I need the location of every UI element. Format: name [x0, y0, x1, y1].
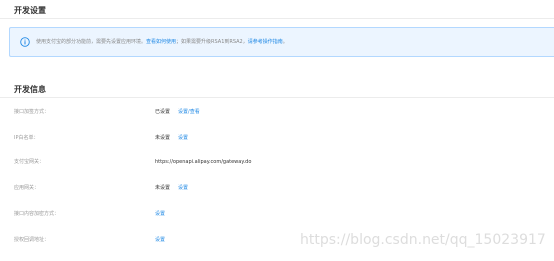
how-to-use-link[interactable]: 查看如何使用 — [146, 39, 176, 45]
status-text: 未设置 — [155, 135, 171, 141]
sign-method-set-view-link[interactable]: 设置/查看 — [178, 109, 200, 115]
row-label-app-gateway: 应用网关： — [14, 185, 40, 191]
notice-text-end: 。 — [282, 39, 288, 45]
notice-text: 使用支付宝的部分功能前，需要先设置应用环境。查看如何使用；如果需要升级RSA1到… — [36, 38, 288, 47]
info-circle-icon — [20, 37, 30, 47]
notice-text-middle: ；如果需要升级RSA1到RSA2， — [176, 39, 248, 45]
status-text: 未设置 — [155, 185, 171, 191]
content-encryption-set-link[interactable]: 设置 — [155, 211, 165, 217]
notice-text-start: 使用支付宝的部分功能前，需要先设置应用环境。 — [36, 39, 147, 45]
divider — [0, 18, 554, 19]
auth-callback-set-link[interactable]: 设置 — [155, 237, 165, 243]
dev-info-title: 开发信息 — [14, 85, 46, 94]
row-value-sign-method: 已设置 设置/查看 — [155, 108, 200, 116]
status-text: 已设置 — [155, 109, 171, 115]
row-value-app-gateway: 未设置 设置 — [155, 184, 188, 192]
app-gateway-set-link[interactable]: 设置 — [178, 185, 188, 191]
row-label-alipay-gateway: 支付宝网关： — [14, 159, 45, 165]
page: 开发设置 使用支付宝的部分功能前，需要先设置应用环境。查看如何使用；如果需要升级… — [0, 0, 554, 261]
row-value-content-encryption: 设置 — [155, 210, 165, 218]
watermark: https://blog.csdn.net/qq_15023917 — [300, 232, 546, 248]
ip-whitelist-set-link[interactable]: 设置 — [178, 135, 188, 141]
row-label-sign-method: 接口加签方式： — [14, 109, 50, 115]
row-value-auth-callback: 设置 — [155, 236, 165, 244]
divider — [0, 97, 554, 98]
notice-banner: 使用支付宝的部分功能前，需要先设置应用环境。查看如何使用；如果需要升级RSA1到… — [9, 27, 554, 57]
row-label-content-encryption: 接口内容加密方式： — [14, 211, 60, 217]
row-label-ip-whitelist: IP白名单： — [14, 135, 39, 141]
row-value-ip-whitelist: 未设置 设置 — [155, 134, 188, 142]
alipay-gateway-url: https://openapi.alipay.com/gateway.do — [155, 159, 252, 165]
operation-guide-link[interactable]: 请参考操作指南 — [248, 39, 283, 45]
dev-settings-title: 开发设置 — [14, 6, 46, 15]
row-value-alipay-gateway: https://openapi.alipay.com/gateway.do — [155, 158, 251, 166]
row-label-auth-callback: 授权回调地址： — [14, 237, 50, 243]
